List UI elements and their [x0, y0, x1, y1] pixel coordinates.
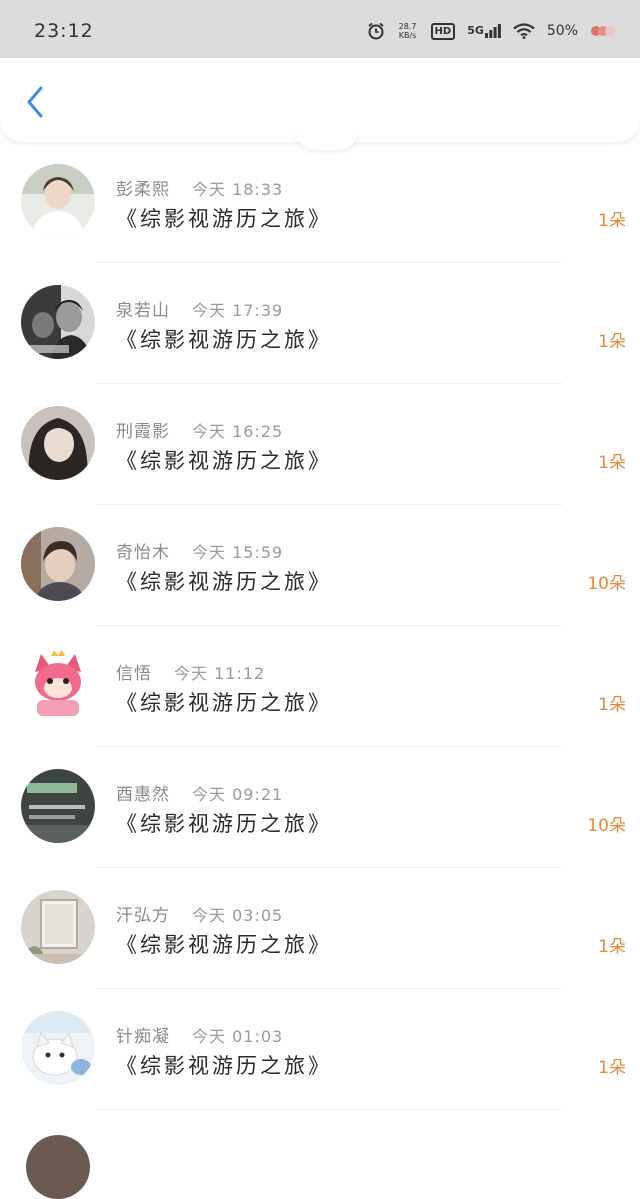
timestamp: 今天 17:39 [192, 301, 284, 320]
user-name: 刑霞影 [116, 422, 170, 442]
book-title: 《综影视游历之旅》 [116, 449, 332, 473]
flower-count: 10朵 [587, 574, 626, 594]
avatar[interactable] [21, 890, 95, 964]
timestamp: 今天 15:59 [192, 543, 284, 562]
timestamp: 今天 03:05 [192, 906, 284, 925]
flower-count: 1朵 [598, 211, 626, 231]
pink-fox-cartoon-avatar [21, 648, 95, 722]
list-item[interactable]: 酉惠然 今天 09:21 《综影视游历之旅》 10朵 [0, 747, 640, 868]
avatar[interactable] [21, 648, 95, 722]
book-title: 《综影视游历之旅》 [116, 1054, 332, 1078]
battery-deco-icon [591, 26, 615, 36]
user-name: 奇怡木 [116, 543, 170, 563]
signal-icon: 5G [467, 24, 501, 38]
net-speed: 28.7 KB/s [398, 22, 417, 40]
dark-text-image-avatar [21, 769, 95, 843]
frame-wall-photo-avatar [21, 890, 95, 964]
list-item[interactable]: 彭柔熙 今天 18:33 《综影视游历之旅》 1朵 [0, 142, 640, 263]
timestamp: 今天 18:33 [192, 180, 284, 199]
flower-count: 1朵 [598, 453, 626, 473]
alarm-icon [367, 22, 384, 40]
user-name: 酉惠然 [116, 785, 170, 805]
avatar[interactable] [21, 1011, 95, 1085]
book-title: 《综影视游历之旅》 [116, 812, 332, 836]
flower-count: 10朵 [587, 816, 626, 836]
user-name: 信悟 [116, 664, 152, 684]
user-name: 泉若山 [116, 301, 170, 321]
book-title: 《综影视游历之旅》 [116, 933, 332, 957]
flower-count: 1朵 [598, 937, 626, 957]
book-title: 《综影视游历之旅》 [116, 328, 332, 352]
list-item[interactable]: 刑霞影 今天 16:25 《综影视游历之旅》 1朵 [0, 384, 640, 505]
back-button[interactable] [18, 82, 52, 122]
list-item[interactable]: 针痴凝 今天 01:03 《综影视游历之旅》 1朵 [0, 989, 640, 1110]
user-name: 针痴凝 [116, 1027, 170, 1047]
row-meta: 泉若山 今天 17:39 [116, 296, 283, 321]
bw-couple-photo-avatar [21, 285, 95, 359]
person-white-shirt-avatar [21, 164, 95, 238]
avatar[interactable] [21, 769, 95, 843]
top-nav-bar [0, 58, 640, 150]
signal-bars-icon [484, 24, 501, 38]
row-meta: 汗弘方 今天 03:05 [116, 901, 283, 926]
user-name: 汗弘方 [116, 906, 170, 926]
avatar[interactable] [21, 527, 95, 601]
book-title: 《综影视游历之旅》 [116, 207, 332, 231]
row-meta: 信悟 今天 11:12 [116, 659, 265, 684]
gift-record-list: 彭柔熙 今天 18:33 《综影视游历之旅》 1朵 泉若山 今天 17:39 《综影… [0, 142, 640, 1110]
battery-percent: 50% [546, 23, 578, 39]
timestamp: 今天 09:21 [192, 785, 284, 804]
hd-badge: HD [430, 22, 456, 40]
row-meta: 彭柔熙 今天 18:33 [116, 175, 283, 200]
avatar[interactable] [21, 406, 95, 480]
flower-count: 1朵 [598, 332, 626, 352]
avatar[interactable] [21, 285, 95, 359]
avatar[interactable] [26, 1135, 90, 1199]
timestamp: 今天 16:25 [192, 422, 284, 441]
status-icons: 28.7 KB/s HD 5G 50% [367, 22, 616, 40]
list-item[interactable]: 信悟 今天 11:12 《综影视游历之旅》 1朵 [0, 626, 640, 747]
list-item[interactable]: 泉若山 今天 17:39 《综影视游历之旅》 1朵 [0, 263, 640, 384]
chevron-left-icon [27, 86, 43, 118]
row-meta: 针痴凝 今天 01:03 [116, 1022, 283, 1047]
row-meta: 奇怡木 今天 15:59 [116, 538, 283, 563]
status-time: 23:12 [34, 20, 94, 42]
book-title: 《综影视游历之旅》 [116, 570, 332, 594]
user-name: 彭柔熙 [116, 180, 170, 200]
status-bar: 23:12 28.7 KB/s HD 5G 50% [0, 0, 640, 62]
divider [96, 1109, 562, 1110]
flower-count: 1朵 [598, 1058, 626, 1078]
network-type: 5G [467, 24, 484, 37]
girl-portrait-avatar [21, 406, 95, 480]
timestamp: 今天 01:03 [192, 1027, 284, 1046]
book-title: 《综影视游历之旅》 [116, 691, 332, 715]
list-item[interactable]: 汗弘方 今天 03:05 《综影视游历之旅》 1朵 [0, 868, 640, 989]
flower-count: 1朵 [598, 695, 626, 715]
timestamp: 今天 11:12 [174, 664, 266, 683]
avatar[interactable] [21, 164, 95, 238]
row-meta: 酉惠然 今天 09:21 [116, 780, 283, 805]
baby-cat-photo-avatar [21, 1011, 95, 1085]
wifi-icon [513, 23, 535, 39]
boy-portrait-avatar [21, 527, 95, 601]
list-item[interactable]: 奇怡木 今天 15:59 《综影视游历之旅》 10朵 [0, 505, 640, 626]
row-meta: 刑霞影 今天 16:25 [116, 417, 283, 442]
